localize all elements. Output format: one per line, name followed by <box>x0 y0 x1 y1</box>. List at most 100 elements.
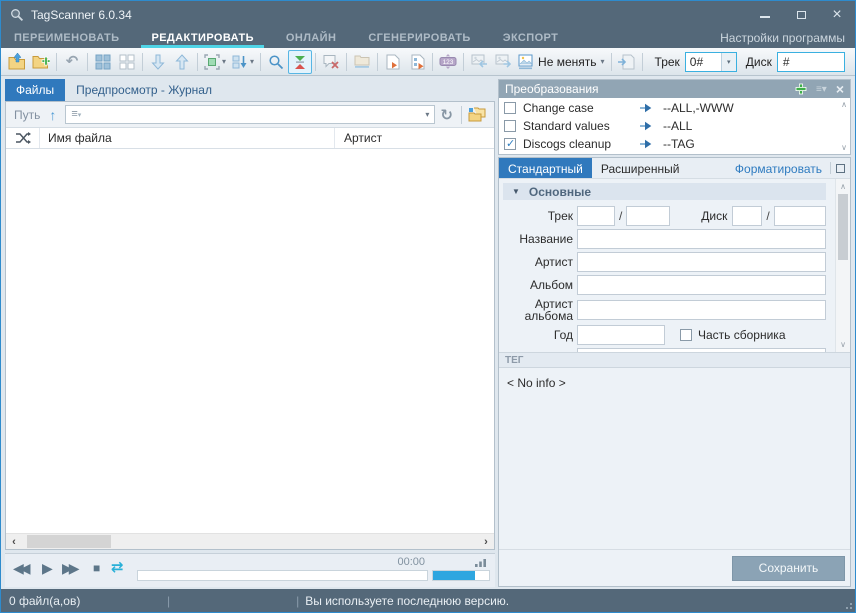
genre-row: Жанр ▾ <box>503 348 826 352</box>
fast-forward-button[interactable]: ▶▶ <box>62 561 75 575</box>
menu-generate[interactable]: СГЕНЕРИРОВАТЬ <box>365 28 473 48</box>
selection-box-icon <box>204 54 220 70</box>
collapse-triangle-icon: ▼ <box>512 187 520 196</box>
transform-row[interactable]: Discogs cleanup --TAG <box>499 135 850 153</box>
sort-toggle-button[interactable] <box>288 50 312 74</box>
compilation-checkbox[interactable] <box>680 329 692 341</box>
shuffle-column-header[interactable] <box>6 128 40 148</box>
track-total-input[interactable] <box>626 206 670 226</box>
disc-pattern-input[interactable]: # <box>777 52 845 72</box>
transform-label: Standard values <box>523 119 639 133</box>
editor-vscrollbar[interactable]: ∧ ∨ <box>835 179 850 352</box>
transform-value: --TAG <box>663 137 695 151</box>
autonumber-button[interactable]: 123 <box>436 50 460 74</box>
save-row: Сохранить <box>499 550 850 586</box>
chevron-down-icon: ▾ <box>222 57 226 66</box>
chevron-down-icon[interactable]: ▾ <box>721 53 736 71</box>
path-menu-icon[interactable]: ≡▾ <box>71 109 81 120</box>
move-down-button[interactable] <box>146 50 170 74</box>
tab-standard[interactable]: Стандартный <box>499 158 592 178</box>
doc-play-icon <box>386 54 400 70</box>
scroll-up-icon[interactable]: ∧ <box>836 180 850 193</box>
add-transform-icon[interactable] <box>795 83 807 95</box>
scroll-down-icon[interactable]: ∨ <box>841 143 847 152</box>
chevron-down-icon[interactable]: ▾ <box>425 110 429 119</box>
tab-preview-log[interactable]: Предпросмотр - Журнал <box>65 79 223 101</box>
folder-tree-button[interactable] <box>465 105 489 125</box>
save-button[interactable]: Сохранить <box>732 556 845 581</box>
transform-row[interactable]: Standard values --ALL <box>499 117 850 135</box>
transform-checkbox[interactable] <box>504 120 516 132</box>
tab-advanced[interactable]: Расширенный <box>592 158 689 178</box>
rewind-button[interactable]: ◀◀ <box>13 561 26 575</box>
scroll-left-icon[interactable]: ‹ <box>6 534 22 549</box>
open-folder-button[interactable] <box>5 50 29 74</box>
transform-row[interactable]: Change case --ALL,-WWW <box>499 99 850 117</box>
transforms-close-icon[interactable]: × <box>836 82 844 96</box>
resize-grip[interactable] <box>844 601 852 609</box>
disc-total-input[interactable] <box>774 206 826 226</box>
repeat-icon[interactable]: ⇄ <box>111 560 124 575</box>
scroll-right-icon[interactable]: › <box>478 534 494 549</box>
column-header-artist[interactable]: Артист <box>335 128 494 148</box>
panel-expand-icon[interactable] <box>836 164 845 173</box>
file-list[interactable] <box>6 149 494 533</box>
apply-list-button[interactable] <box>615 50 639 74</box>
album-artist-input[interactable] <box>577 300 826 320</box>
add-folder-button[interactable] <box>29 50 53 74</box>
seek-bar[interactable] <box>137 570 428 581</box>
transforms-menu-icon[interactable]: ≡▾ <box>816 84 827 95</box>
tab-files[interactable]: Файлы <box>5 79 65 101</box>
chevron-down-icon: ▾ <box>250 57 254 66</box>
play-button[interactable]: ▶ <box>42 561 53 575</box>
menu-edit[interactable]: РЕДАКТИРОВАТЬ <box>148 28 256 48</box>
year-row: Год Часть сборника <box>503 325 826 345</box>
deselect-button[interactable] <box>115 50 139 74</box>
folder-browse-button[interactable] <box>350 50 374 74</box>
check-order-button[interactable]: ▾ <box>229 50 257 74</box>
path-combo[interactable]: ≡▾ ▾ <box>65 105 435 124</box>
refresh-icon[interactable]: ↻ <box>440 106 453 124</box>
scroll-down-icon[interactable]: ∨ <box>836 338 850 351</box>
menu-settings[interactable]: Настройки программы <box>720 28 845 48</box>
year-input[interactable] <box>577 325 665 345</box>
menu-online[interactable]: ОНЛАЙН <box>283 28 339 48</box>
format-link[interactable]: Форматировать <box>728 158 829 178</box>
remove-comment-button[interactable] <box>319 50 343 74</box>
preview-doc-button[interactable] <box>381 50 405 74</box>
preview-list-button[interactable] <box>405 50 429 74</box>
transform-checkbox[interactable] <box>504 102 516 114</box>
import-cover-button[interactable] <box>467 50 491 74</box>
column-header-filename[interactable]: Имя файла <box>40 128 335 148</box>
album-input[interactable] <box>577 275 826 295</box>
search-button[interactable] <box>264 50 288 74</box>
select-all-button[interactable] <box>91 50 115 74</box>
album-label: Альбом <box>503 279 573 291</box>
scroll-up-icon[interactable]: ∧ <box>841 100 847 109</box>
transform-checkbox[interactable] <box>504 138 516 150</box>
volume-slider[interactable] <box>432 570 490 581</box>
undo-button[interactable]: ↶ <box>60 50 84 74</box>
artist-input[interactable] <box>577 252 826 272</box>
folder-up-icon[interactable]: ↑ <box>49 107 56 123</box>
menu-export[interactable]: ЭКСПОРТ <box>500 28 562 48</box>
close-button[interactable]: × <box>819 1 855 28</box>
stop-button[interactable]: ■ <box>93 562 100 574</box>
disc-number-input[interactable] <box>732 206 762 226</box>
file-list-hscrollbar[interactable]: ‹ › <box>6 533 494 549</box>
maximize-button[interactable] <box>783 1 819 28</box>
move-up-button[interactable] <box>170 50 194 74</box>
section-main-header[interactable]: ▼ Основные <box>503 183 826 200</box>
selection-menu-button[interactable]: ▾ <box>201 50 229 74</box>
track-pattern-combo[interactable]: 0# ▾ <box>685 52 737 72</box>
menu-rename[interactable]: ПЕРЕИМЕНОВАТЬ <box>11 28 122 48</box>
tag-section-bar[interactable]: ТЕГ <box>499 352 850 368</box>
cover-mode-dropdown[interactable]: Не менять ▾ <box>515 50 608 74</box>
vscroll-thumb[interactable] <box>838 194 848 260</box>
track-number-input[interactable] <box>577 206 615 226</box>
title-input[interactable] <box>577 229 826 249</box>
genre-select[interactable]: ▾ <box>577 348 826 352</box>
minimize-button[interactable] <box>747 1 783 28</box>
hscroll-thumb[interactable] <box>27 535 111 548</box>
export-cover-button[interactable] <box>491 50 515 74</box>
